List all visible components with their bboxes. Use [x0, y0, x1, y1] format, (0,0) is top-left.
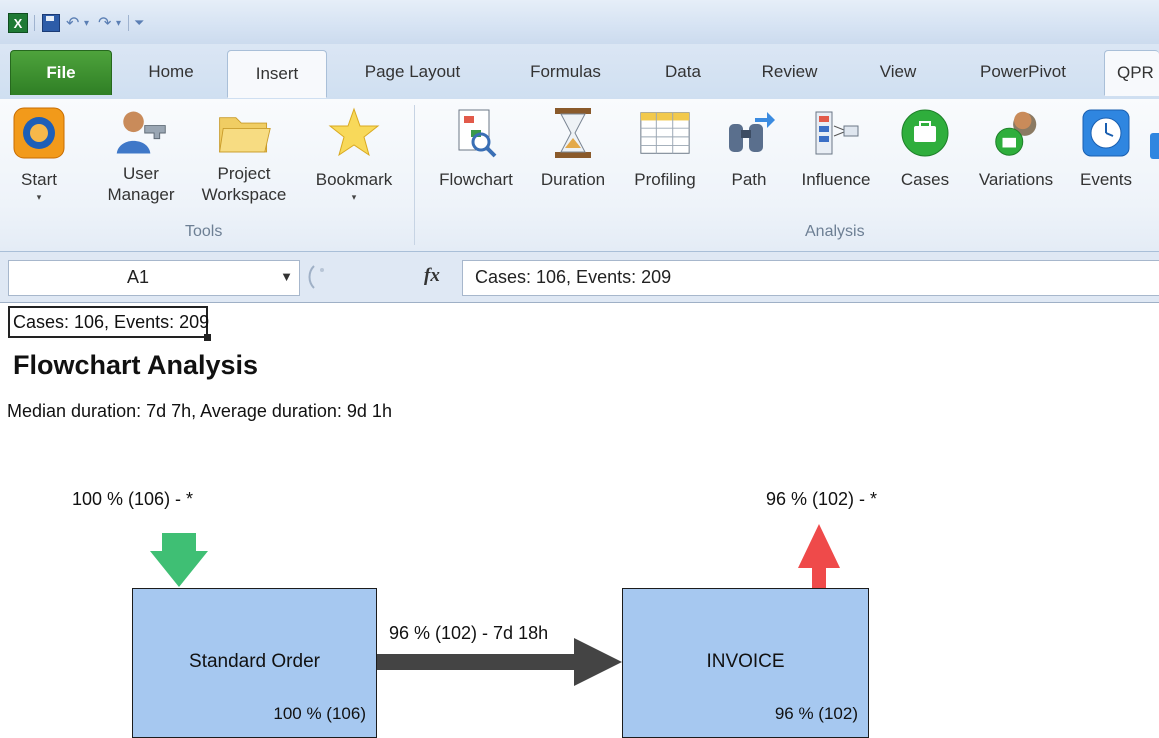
formula-bar: A1 ▼ fx Cases: 106, Events: 209 [0, 252, 1159, 303]
ribbon-tab-row: File Home Insert Page Layout Formulas Da… [0, 44, 1159, 100]
user-manager-button[interactable]: User Manager [96, 103, 186, 225]
qa-separator [128, 12, 129, 34]
clock-icon [1078, 105, 1134, 161]
node-name: INVOICE [706, 651, 785, 672]
start-flow-label: 100 % (106) - * [72, 489, 194, 509]
ribbon: Start ▾ User Manager Project Workspace B… [0, 99, 1159, 252]
chevron-down-icon: ▾ [36, 192, 42, 202]
page-title: Flowchart Analysis [13, 350, 259, 380]
table-icon [637, 105, 693, 161]
path-button[interactable]: Path [716, 103, 782, 225]
customize-quick-access-icon[interactable]: ⏷ [134, 12, 144, 34]
undo-dropdown-icon[interactable]: ▾ [84, 12, 89, 34]
node-standard-order[interactable]: Standard Order 100 % (106) [132, 588, 377, 738]
insert-function-button[interactable]: fx [424, 265, 440, 287]
hourglass-icon [545, 105, 601, 161]
transition-label: 96 % (102) - 7d 18h [389, 623, 549, 643]
tab-qpr[interactable]: QPR [1104, 50, 1159, 96]
end-flow-label: 96 % (102) - * [766, 489, 878, 509]
excel-logo-icon[interactable]: X [8, 12, 28, 34]
project-workspace-button[interactable]: Project Workspace [190, 103, 298, 225]
undo-icon[interactable]: ↶ [66, 12, 79, 34]
cases-button[interactable]: Cases [892, 103, 958, 225]
tab-file[interactable]: File [10, 50, 112, 95]
tab-formulas[interactable]: Formulas [508, 50, 623, 94]
start-arrow [150, 533, 208, 587]
tab-powerpivot[interactable]: PowerPivot [958, 50, 1088, 94]
group-label-analysis: Analysis [805, 223, 865, 240]
cell-a1-text: Cases: 106, Events: 209 [13, 312, 210, 332]
tab-data[interactable]: Data [643, 50, 723, 94]
node-percentage: 96 % (102) [774, 704, 858, 723]
folder-icon [216, 105, 272, 161]
fx-resize-handle-icon[interactable] [306, 262, 336, 292]
chevron-down-icon[interactable]: ▼ [280, 269, 293, 284]
variations-icon [988, 105, 1044, 161]
duration-button[interactable]: Duration [530, 103, 616, 225]
tab-page-layout[interactable]: Page Layout [345, 50, 480, 94]
influence-button[interactable]: Influence [790, 103, 882, 225]
start-icon [11, 105, 67, 161]
influence-icon [808, 105, 864, 161]
flowchart-icon [448, 105, 504, 161]
events-button[interactable]: Events [1072, 103, 1140, 225]
variations-button[interactable]: Variations [964, 103, 1068, 225]
group-separator [414, 105, 415, 245]
tab-insert[interactable]: Insert [227, 50, 327, 98]
node-invoice[interactable]: INVOICE 96 % (102) [622, 588, 869, 738]
cases-icon [897, 105, 953, 161]
duration-summary: Median duration: 7d 7h, Average duration… [7, 401, 392, 421]
name-box[interactable]: A1 ▼ [8, 260, 300, 296]
group-label-tools: Tools [185, 223, 223, 240]
redo-dropdown-icon[interactable]: ▾ [116, 12, 121, 34]
transition-arrow [377, 638, 622, 686]
save-icon[interactable] [42, 12, 60, 34]
tab-review[interactable]: Review [742, 50, 837, 94]
fill-handle[interactable] [204, 334, 211, 341]
redo-icon[interactable]: ↷ [98, 12, 111, 34]
tab-view[interactable]: View [858, 50, 938, 94]
qa-separator [34, 12, 35, 34]
next-ribbon-button-partial[interactable] [1150, 133, 1159, 159]
user-manager-icon [113, 105, 169, 161]
flowchart-button[interactable]: Flowchart [426, 103, 526, 225]
node-percentage: 100 % (106) [273, 704, 366, 723]
start-button[interactable]: Start ▾ [11, 103, 67, 225]
node-name: Standard Order [189, 651, 320, 672]
star-icon [326, 105, 382, 161]
tab-home[interactable]: Home [126, 50, 216, 94]
chevron-down-icon: ▾ [351, 192, 357, 202]
end-arrow [798, 524, 840, 590]
formula-input[interactable]: Cases: 106, Events: 209 [462, 260, 1159, 296]
binoculars-icon [721, 105, 777, 161]
bookmark-button[interactable]: Bookmark ▾ [305, 103, 403, 225]
title-bar: X ↶ ▾ ↷ ▾ ⏷ [0, 0, 1159, 44]
formula-tools: fx [300, 260, 460, 294]
profiling-button[interactable]: Profiling [622, 103, 708, 225]
